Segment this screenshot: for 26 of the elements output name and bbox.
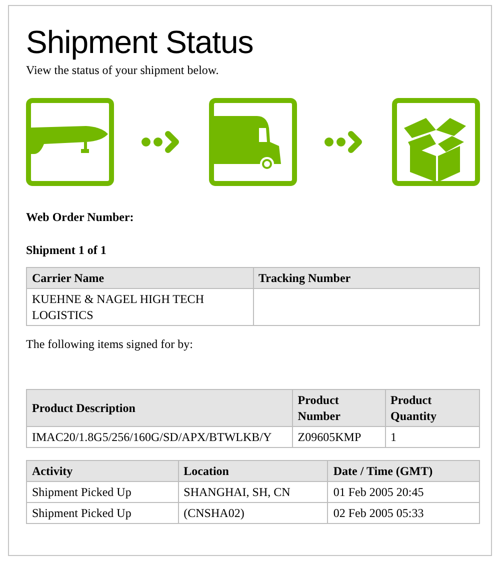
table-cell: 1 bbox=[385, 426, 480, 448]
column-header: Activity bbox=[26, 460, 178, 482]
column-header: Product Quantity bbox=[385, 390, 480, 426]
table-cell: 02 Feb 2005 05:33 bbox=[328, 502, 480, 524]
page-title: Shipment Status bbox=[26, 23, 254, 61]
web-order-label: Web Order Number: bbox=[26, 209, 135, 225]
table-cell: SHANGHAI, SH, CN bbox=[178, 482, 328, 502]
column-header: Date / Time (GMT) bbox=[328, 460, 480, 482]
box-icon bbox=[392, 98, 480, 186]
table-cell: 01 Feb 2005 20:45 bbox=[328, 482, 480, 502]
column-header: Product Number bbox=[292, 390, 386, 426]
signed-for-text: The following items signed for by: bbox=[26, 336, 194, 352]
column-header: Tracking Number bbox=[253, 268, 480, 288]
column-header: Product Description bbox=[26, 390, 292, 426]
table-cell: IMAC20/1.8G5/256/160G/SD/APX/BTWLKB/Y bbox=[26, 426, 292, 448]
table-cell: Shipment Picked Up bbox=[26, 482, 178, 502]
truck-icon bbox=[209, 98, 297, 186]
table-cell: KUEHNE & NAGEL HIGH TECH LOGISTICS bbox=[26, 288, 254, 326]
airplane-icon bbox=[26, 98, 114, 186]
table-cell: (CNSHA02) bbox=[178, 502, 328, 524]
column-header: Location bbox=[178, 460, 328, 482]
table-cell: Shipment Picked Up bbox=[26, 502, 178, 524]
table-cell: Z09605KMP bbox=[292, 426, 386, 448]
shipment-label: Shipment 1 of 1 bbox=[26, 242, 108, 258]
subtitle: View the status of your shipment below. bbox=[26, 62, 220, 78]
column-header: Carrier Name bbox=[26, 268, 254, 288]
